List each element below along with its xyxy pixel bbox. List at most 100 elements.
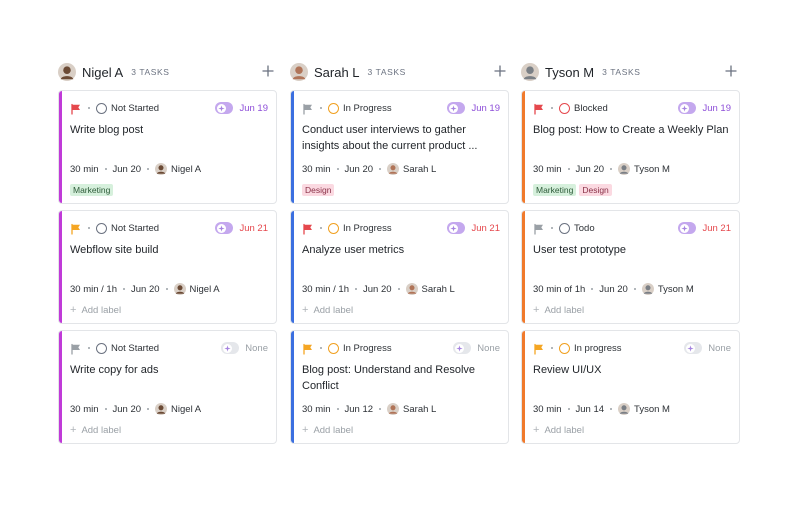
task-card[interactable]: Not Started Jun 19 Write blog post 30 min Ju… <box>58 90 277 204</box>
due-date[interactable]: Jun 21 <box>239 223 268 234</box>
label-tag[interactable]: Marketing <box>533 184 577 196</box>
yellow-flag-icon[interactable] <box>302 342 314 355</box>
column-tyson-m: Tyson M 3 TASKS Blocked Jun 19 Blog post: Ho… <box>521 60 741 444</box>
assignee-name[interactable]: Tyson M <box>658 284 694 295</box>
label-tag[interactable]: Marketing <box>70 184 114 196</box>
assignee-name[interactable]: Tyson M <box>634 404 670 415</box>
task-title[interactable]: Analyze user metrics <box>302 242 498 258</box>
priority-accent-bar <box>522 211 525 323</box>
yellow-flag-icon[interactable] <box>70 222 82 235</box>
add-label-button[interactable]: + Add label <box>533 424 584 436</box>
task-meta: 30 min of 1h Jun 20 Tyson M <box>533 282 694 296</box>
add-label-button[interactable]: + Add label <box>302 304 353 316</box>
add-label-button[interactable]: + Add label <box>533 304 584 316</box>
ai-sparkle-toggle[interactable] <box>447 222 466 234</box>
assignee-name[interactable]: Nigel A <box>190 284 220 295</box>
status-circle-icon[interactable] <box>559 102 570 114</box>
status-label[interactable]: In Progress <box>343 223 392 234</box>
add-task-icon[interactable] <box>723 63 739 79</box>
status-label[interactable]: Not Started <box>111 223 159 234</box>
yellow-flag-icon[interactable] <box>533 342 545 355</box>
sparkle-icon <box>455 343 465 353</box>
add-task-icon[interactable] <box>492 63 508 79</box>
task-card[interactable]: In Progress Jun 21 Analyze user metrics 30 … <box>290 210 509 324</box>
ai-sparkle-toggle[interactable] <box>215 222 234 234</box>
status-label[interactable]: Blocked <box>574 103 608 114</box>
task-title[interactable]: User test prototype <box>533 242 729 258</box>
task-card[interactable]: Todo Jun 21 User test prototype 30 min of 1… <box>521 210 740 324</box>
status-circle-icon[interactable] <box>559 342 570 354</box>
add-label-button[interactable]: + Add label <box>70 424 121 436</box>
assignee-name[interactable]: Nigel A <box>171 164 201 175</box>
separator-dot <box>104 408 107 410</box>
status-label[interactable]: Not Started <box>111 103 159 114</box>
status-circle-icon[interactable] <box>328 102 339 114</box>
label-tag[interactable]: Design <box>302 184 335 196</box>
due-date[interactable]: Jun 21 <box>702 223 731 234</box>
assignee-name[interactable]: Sarah L <box>403 164 436 175</box>
task-card[interactable]: Not Started Jun 21 Webflow site build 30 mi… <box>58 210 277 324</box>
sparkle-icon <box>449 223 459 233</box>
status-circle-icon[interactable] <box>559 222 570 234</box>
ai-sparkle-toggle[interactable] <box>678 102 697 114</box>
label-tag[interactable]: Design <box>579 184 612 196</box>
due-date[interactable]: Jun 21 <box>471 223 500 234</box>
add-label-text: Add label <box>81 424 122 436</box>
due-date[interactable]: None <box>708 343 731 354</box>
task-card[interactable]: In Progress Jun 19 Conduct user interviews… <box>290 90 509 204</box>
assignee-name[interactable]: Nigel A <box>171 404 201 415</box>
status-circle-icon[interactable] <box>96 222 107 234</box>
ai-sparkle-toggle[interactable] <box>453 342 472 354</box>
red-flag-icon[interactable] <box>70 102 82 115</box>
task-title[interactable]: Conduct user interviews to gather insigh… <box>302 122 498 154</box>
ai-sparkle-toggle[interactable] <box>221 342 240 354</box>
task-card[interactable]: Blocked Jun 19 Blog post: How to Create a … <box>521 90 740 204</box>
status-label[interactable]: Not Started <box>111 343 159 354</box>
due-date[interactable]: Jun 19 <box>239 103 268 114</box>
ai-sparkle-toggle[interactable] <box>678 222 697 234</box>
task-title[interactable]: Blog post: How to Create a Weekly Plan <box>533 122 729 138</box>
task-title[interactable]: Write copy for ads <box>70 362 266 378</box>
assignee-name[interactable]: Sarah L <box>422 284 455 295</box>
label-list: Marketing Design <box>533 184 612 196</box>
status-circle-icon[interactable] <box>96 342 107 354</box>
task-title[interactable]: Review UI/UX <box>533 362 729 378</box>
status-label[interactable]: In Progress <box>343 103 392 114</box>
separator-dot <box>336 408 339 410</box>
task-card[interactable]: In Progress None Blog post: Understand and… <box>290 330 509 444</box>
status-label[interactable]: In Progress <box>343 343 392 354</box>
status-circle-icon[interactable] <box>328 342 339 354</box>
separator-dot <box>551 227 553 229</box>
separator-dot <box>88 107 90 109</box>
due-date[interactable]: Jun 19 <box>471 103 500 114</box>
ai-sparkle-toggle[interactable] <box>447 102 466 114</box>
status-label[interactable]: Todo <box>574 223 595 234</box>
column-title: Sarah L <box>314 64 360 80</box>
red-flag-icon[interactable] <box>302 222 314 235</box>
status-circle-icon[interactable] <box>96 102 107 114</box>
status-circle-icon[interactable] <box>328 222 339 234</box>
add-label-button[interactable]: + Add label <box>302 424 353 436</box>
due-date[interactable]: None <box>245 343 268 354</box>
due-date[interactable]: None <box>477 343 500 354</box>
gray-flag-icon[interactable] <box>302 102 314 115</box>
red-flag-icon[interactable] <box>533 102 545 115</box>
task-title[interactable]: Webflow site build <box>70 242 266 258</box>
ai-sparkle-toggle[interactable] <box>215 102 234 114</box>
ai-sparkle-toggle[interactable] <box>684 342 703 354</box>
gray-flag-icon[interactable] <box>70 342 82 355</box>
column-sarah-l: Sarah L 3 TASKS In Progress Jun 19 Conduct u… <box>290 60 510 444</box>
column-nigel-a: Nigel A 3 TASKS Not Started Jun 19 Write blo… <box>58 60 278 444</box>
assignee-name[interactable]: Tyson M <box>634 164 670 175</box>
add-task-icon[interactable] <box>260 63 276 79</box>
task-title[interactable]: Blog post: Understand and Resolve Confli… <box>302 362 498 394</box>
assignee-name[interactable]: Sarah L <box>403 404 436 415</box>
gray-flag-icon[interactable] <box>533 222 545 235</box>
task-title[interactable]: Write blog post <box>70 122 266 138</box>
assignee-avatar <box>387 403 400 415</box>
due-date[interactable]: Jun 19 <box>702 103 731 114</box>
add-label-button[interactable]: + Add label <box>70 304 121 316</box>
status-label[interactable]: In progress <box>574 343 622 354</box>
task-card[interactable]: In progress None Review UI/UX 30 min Jun 14 T… <box>521 330 740 444</box>
task-card[interactable]: Not Started None Write copy for ads 30 min J… <box>58 330 277 444</box>
